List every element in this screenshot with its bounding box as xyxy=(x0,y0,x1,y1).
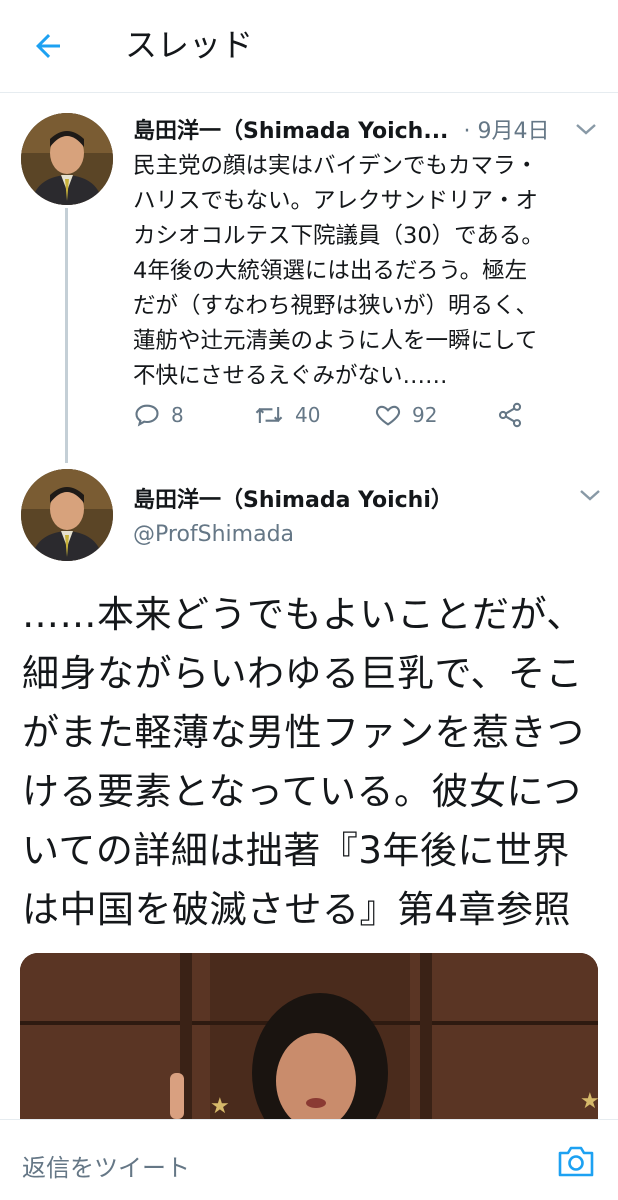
svg-text:★: ★ xyxy=(580,1089,598,1114)
like-count: 92 xyxy=(412,403,438,427)
top-bar: スレッド xyxy=(0,0,618,93)
tweet1-text: 民主党の顔は実はバイデンでもカマラ・ ハリスでもない。アレクサンドリア・オ カシ… xyxy=(133,153,544,389)
tweet1-header: 島田洋一（Shimada Yoich... · 9月4日 xyxy=(133,113,550,145)
reply-button[interactable]: 8 xyxy=(133,398,184,432)
tweet1-date[interactable]: · 9月4日 xyxy=(464,119,550,144)
tweet2-text: ……本来どうでもよいことだが、 細身ながらいわゆる巨乳で、そこ がまた軽薄な男性… xyxy=(22,593,585,931)
avatar[interactable] xyxy=(21,469,113,561)
retweet-button[interactable]: 40 xyxy=(253,398,320,432)
tweet1-display-name[interactable]: 島田洋一（Shimada Yoich... xyxy=(133,119,448,144)
page-title: スレッド xyxy=(125,26,254,64)
retweet-icon xyxy=(255,407,283,423)
share-button[interactable] xyxy=(496,398,524,432)
tweet2-handle[interactable]: @ProfShimada xyxy=(133,522,294,547)
thread-connector-line xyxy=(65,208,68,463)
tweet2-display-name[interactable]: 島田洋一（Shimada Yoichi） xyxy=(133,488,453,513)
reply-input[interactable]: 返信をツイート xyxy=(22,1148,190,1183)
avatar[interactable] xyxy=(21,113,113,205)
tweet-media-image[interactable]: ★ ★ xyxy=(20,953,598,1119)
like-button[interactable]: 92 xyxy=(374,398,437,432)
back-arrow-icon[interactable] xyxy=(30,28,66,64)
reply-count: 8 xyxy=(171,403,184,427)
reply-bar: 返信をツイート xyxy=(0,1119,618,1200)
chevron-down-icon[interactable] xyxy=(578,487,602,503)
tweet2-header: 島田洋一（Shimada Yoichi） xyxy=(133,482,453,514)
retweet-count: 40 xyxy=(295,403,321,427)
heart-icon xyxy=(375,405,401,426)
share-icon xyxy=(498,402,522,428)
chevron-down-icon[interactable] xyxy=(574,121,598,137)
reply-icon xyxy=(135,404,159,427)
svg-text:★: ★ xyxy=(210,1094,230,1119)
camera-icon[interactable] xyxy=(556,1143,596,1179)
